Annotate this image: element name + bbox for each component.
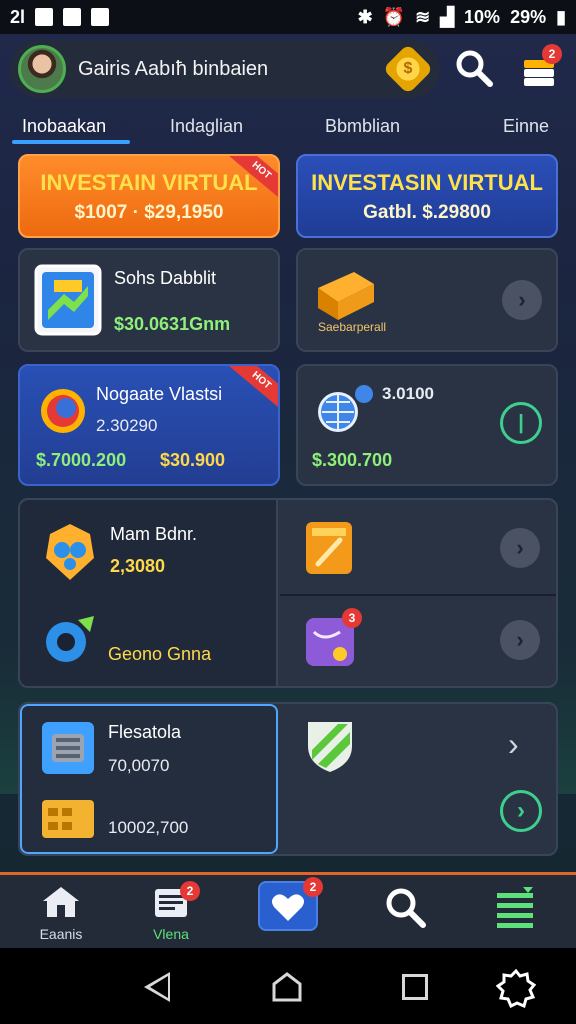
hot-ribbon: HOT [228, 366, 278, 411]
notification-badge: 2 [303, 877, 323, 897]
search-icon[interactable] [454, 48, 494, 88]
recent-apps-icon[interactable] [402, 974, 428, 1000]
chevron-right-icon[interactable]: › [500, 620, 540, 660]
asset-footer: Geono Gnna [108, 644, 212, 664]
promo-card-orange[interactable]: INVESTAIN VIRTUAL $1007 · $29,1950 HOT [18, 154, 280, 238]
notification-badge: 2 [180, 881, 200, 901]
status-time: 2l [10, 6, 26, 27]
nav-search[interactable] [370, 885, 440, 934]
tab-inobaakan[interactable]: Inobaakan [22, 116, 106, 137]
globe-icon [41, 389, 85, 433]
asset-card-globe[interactable]: 3.0100 $.300.700 | [296, 364, 558, 486]
active-tab-indicator [12, 140, 130, 144]
chart-up-icon [34, 264, 102, 336]
asset-group-flesatola [18, 702, 558, 856]
asset-subvalue: 2.30290 [96, 416, 158, 435]
search-icon [386, 888, 426, 928]
tab-einne[interactable]: Einne [503, 116, 549, 137]
divider [280, 594, 556, 596]
promo-subtitle: $1007 · $29,1950 [74, 202, 224, 223]
profile-header[interactable]: Gairis Aabıħ binbaien [10, 40, 440, 98]
power-icon[interactable]: | [500, 402, 542, 444]
asset-value: 2,3080 [110, 556, 166, 576]
notification-badge: 3 [342, 608, 362, 628]
promo-title: INVESTASIN VIRTUAL [311, 170, 543, 195]
chevron-right-circle-icon[interactable]: › [500, 790, 542, 832]
wifi-icon: ≋ [415, 6, 431, 27]
shield-stripes-icon [308, 722, 352, 772]
avatar[interactable] [18, 45, 66, 93]
shield-icon [91, 8, 110, 26]
asset-card-superpanel[interactable]: Saebarperall › [296, 248, 558, 352]
page-title: Gairis Aabıħ binbaien [78, 57, 269, 80]
promo-card-blue[interactable]: INVESTASIN VIRTUAL Gatbl. $.29800 [296, 154, 558, 238]
notification-badge: 2 [542, 44, 562, 64]
chest-icon [318, 272, 374, 320]
bottom-navigation: Eaanis 2 Vlena 2 [0, 872, 576, 948]
alarm-icon: ⏰ [382, 6, 406, 27]
asset-title: Mam Bdnr. [110, 524, 198, 544]
list-icon [497, 887, 533, 928]
heart-icon [272, 894, 304, 921]
battery-icon: ▮ [556, 6, 566, 27]
home-icon [43, 887, 79, 917]
bug-shield-icon [46, 524, 94, 580]
nav-label: Eaanis [39, 926, 83, 942]
nav-label: Vlena [153, 926, 189, 942]
asset-value-green: $.7000.200 [36, 450, 127, 470]
nav-list[interactable] [480, 885, 550, 940]
mail-icon [63, 8, 82, 26]
chevron-right-icon[interactable]: › [500, 528, 540, 568]
bluetooth-icon: ✱ [357, 6, 373, 27]
asset-title: Nogaate Vlastsi [96, 384, 223, 404]
asset-value: $30.0631Gnm [114, 314, 231, 334]
promo-title: INVESTAIN VIRTUAL [40, 170, 258, 195]
gear-rocket-icon [46, 616, 94, 662]
nav-news[interactable]: 2 Vlena [136, 881, 206, 942]
signal-text: 29% [510, 6, 547, 27]
asset-title: 3.0100 [382, 384, 434, 403]
hammer-icon[interactable] [304, 520, 354, 576]
asset-value: $.300.700 [312, 450, 393, 470]
back-icon[interactable] [144, 972, 170, 1002]
asset-footer: 10002,700 [108, 818, 189, 837]
world-icon [318, 385, 373, 432]
tab-bbmblian[interactable]: Bbmblian [325, 116, 400, 137]
wallet-button[interactable]: 2 [520, 44, 562, 88]
settings-gear-icon[interactable] [496, 968, 536, 1008]
signal-icon: ▟ [440, 6, 455, 27]
asset-card-sohs[interactable]: Sohs Dabblit $30.0631Gnm [18, 248, 280, 352]
home-outline-icon[interactable] [272, 972, 302, 1002]
notification-icon [35, 8, 54, 26]
tab-indaglian[interactable]: Indaglian [170, 116, 243, 137]
promo-subtitle: Gatbl. $.29800 [363, 202, 491, 223]
server-icon [42, 722, 94, 774]
status-bar: 2l ✱ ⏰ ≋ ▟ 10% 29% ▮ [0, 0, 576, 34]
chevron-right-icon[interactable]: › [508, 726, 519, 763]
chevron-right-icon[interactable]: › [502, 280, 542, 320]
battery-text: 10% [464, 6, 501, 27]
asset-value-gold: $30.900 [160, 450, 226, 470]
ticket-icon [42, 800, 94, 838]
asset-value: 70,0070 [108, 756, 170, 775]
asset-label: Saebarperall [318, 320, 387, 334]
nav-home[interactable]: Eaanis [26, 885, 96, 942]
coin-icon[interactable]: $ [382, 43, 434, 95]
asset-title: Flesatola [108, 722, 182, 742]
asset-card-nogaate[interactable]: Nogaate Vlastsi 2.30290 $.7000.200 $30.9… [18, 364, 280, 486]
asset-title: Sohs Dabblit [114, 268, 217, 288]
nav-favorites[interactable]: 2 [253, 877, 323, 931]
